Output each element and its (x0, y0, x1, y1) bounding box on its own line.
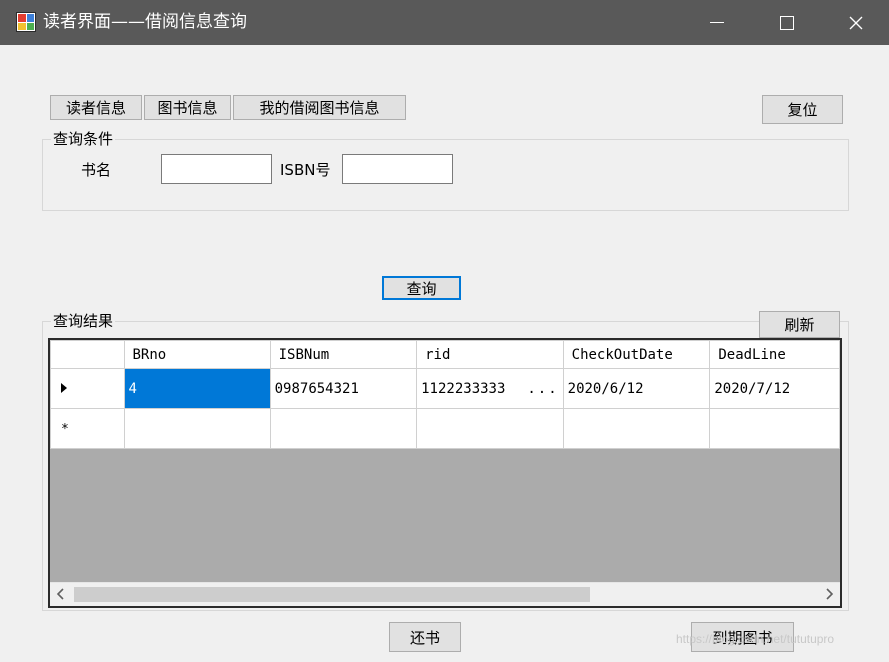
scroll-right-button[interactable] (818, 583, 840, 605)
window-title: 读者界面——借阅信息查询 (43, 12, 247, 32)
column-header-isbnum[interactable]: ISBNum (269, 340, 418, 369)
cell-rid[interactable]: 1122233333... (416, 368, 564, 409)
cell-rid-value: 1122233333 (421, 380, 506, 397)
horizontal-scrollbar[interactable] (50, 582, 840, 606)
cell-checkoutdate[interactable]: 2020/6/12 (562, 368, 711, 409)
new-row[interactable]: * (50, 408, 840, 449)
scroll-left-button[interactable] (50, 583, 72, 605)
table-row[interactable]: 4 0987654321 1122233333... 2020/6/12 202… (50, 368, 840, 409)
grid-corner-header[interactable] (50, 340, 125, 369)
truncation-marker: ... (527, 380, 559, 397)
book-info-button[interactable]: 图书信息 (144, 95, 231, 120)
cell-isbnum[interactable]: 0987654321 (269, 368, 418, 409)
column-header-checkoutdate[interactable]: CheckOutDate (562, 340, 711, 369)
main-window: 读者界面——借阅信息查询 读者信息 图书信息 我的借阅图书信息 复位 查询条件 … (0, 0, 889, 662)
chevron-right-icon (826, 588, 834, 600)
close-button[interactable] (822, 0, 889, 45)
book-name-input[interactable] (161, 154, 272, 184)
new-cell[interactable] (709, 408, 840, 449)
minimize-button[interactable] (682, 0, 752, 45)
maximize-button[interactable] (752, 0, 822, 45)
grid-header-row: BRno ISBNum rid CheckOutDate DeadLine (50, 340, 840, 369)
reader-info-button[interactable]: 读者信息 (50, 95, 142, 120)
app-icon (16, 12, 36, 32)
return-book-button[interactable]: 还书 (389, 622, 461, 652)
query-conditions-title: 查询条件 (51, 130, 116, 148)
isbn-label: ISBN号 (280, 161, 331, 179)
close-icon (849, 16, 862, 29)
row-header-new[interactable]: * (50, 408, 125, 449)
query-results-title: 查询结果 (51, 312, 116, 330)
new-cell[interactable] (269, 408, 418, 449)
cell-deadline[interactable]: 2020/7/12 (709, 368, 840, 409)
maximize-icon (780, 15, 794, 30)
isbn-input[interactable] (342, 154, 453, 184)
results-grid[interactable]: BRno ISBNum rid CheckOutDate DeadLine 4 … (48, 338, 842, 608)
watermark: https://blog.csdn.net/tututupro (676, 632, 835, 646)
new-cell[interactable] (123, 408, 271, 449)
book-name-label: 书名 (81, 161, 112, 179)
my-borrow-info-button[interactable]: 我的借阅图书信息 (233, 95, 406, 120)
title-bar[interactable]: 读者界面——借阅信息查询 (0, 0, 889, 45)
new-row-asterisk-icon: * (61, 421, 69, 437)
minimize-icon (710, 22, 724, 23)
refresh-button[interactable]: 刷新 (759, 311, 840, 338)
reset-button[interactable]: 复位 (762, 95, 843, 124)
new-cell[interactable] (562, 408, 711, 449)
cell-brno[interactable]: 4 (123, 368, 271, 409)
scroll-thumb[interactable] (74, 587, 590, 602)
query-button[interactable]: 查询 (382, 276, 461, 300)
new-cell[interactable] (416, 408, 564, 449)
column-header-brno[interactable]: BRno (123, 340, 271, 369)
chevron-left-icon (56, 588, 64, 600)
results-table: BRno ISBNum rid CheckOutDate DeadLine 4 … (50, 340, 840, 449)
current-row-arrow-icon (61, 382, 67, 393)
column-header-rid[interactable]: rid (416, 340, 564, 369)
column-header-deadline[interactable]: DeadLine (709, 340, 840, 369)
row-header-current[interactable] (50, 368, 125, 409)
